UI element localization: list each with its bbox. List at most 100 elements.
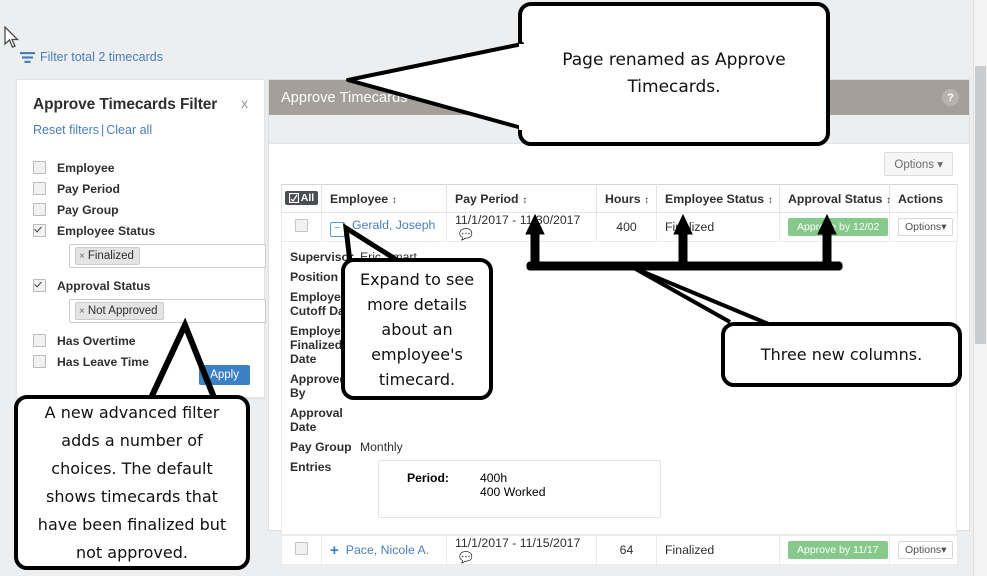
entries-period-label: Period:: [407, 471, 449, 485]
checkbox-approval-status[interactable]: [33, 279, 46, 292]
table-row[interactable]: − Gerald, Joseph 11/1/2017 - 11/30/2017💬 …: [281, 212, 958, 242]
comment-icon[interactable]: 💬: [459, 229, 473, 241]
column-header-hours[interactable]: Hours ↕: [596, 184, 657, 213]
select-all-header[interactable]: All: [281, 184, 322, 213]
cell-pay-period: 11/1/2017 - 11/15/2017 💬: [446, 535, 597, 565]
timecards-table-row2: + Pace, Nicole A. 11/1/2017 - 11/15/2017 💬…: [281, 535, 958, 565]
detail-value: Monthly: [360, 440, 403, 454]
detail-field-entries: Entries Period: 400h 400 Worked: [282, 460, 956, 518]
filter-option-employee[interactable]: Employee: [33, 157, 264, 178]
column-label: Hours: [605, 191, 641, 206]
filter-label: Has Overtime: [57, 333, 136, 348]
cell-hours[interactable]: 64: [596, 535, 657, 565]
checkbox-employee-status[interactable]: [33, 224, 46, 237]
checkbox-pay-period[interactable]: [33, 182, 46, 195]
select-all-label: All: [300, 192, 315, 204]
sort-icon[interactable]: ↕: [523, 195, 528, 206]
cell-actions[interactable]: Options▾: [889, 535, 958, 565]
entries-worked-line: 400 Worked: [407, 485, 660, 499]
apply-button[interactable]: Apply: [199, 365, 250, 385]
callout-three-new-columns: Three new columns.: [721, 322, 962, 387]
vertical-scrollbar[interactable]: [973, 0, 987, 576]
row-checkbox-cell[interactable]: [281, 535, 322, 565]
cell-pay-period: 11/1/2017 - 11/30/2017 💬: [446, 212, 597, 242]
filter-option-pay-period[interactable]: Pay Period: [33, 178, 264, 199]
mouse-cursor-icon: [4, 26, 20, 48]
row-checkbox[interactable]: [295, 542, 308, 555]
table-row[interactable]: + Pace, Nicole A. 11/1/2017 - 11/15/2017 💬…: [281, 535, 958, 565]
help-icon[interactable]: ?: [942, 89, 959, 106]
sort-icon[interactable]: ↕: [645, 195, 650, 206]
employee-status-tag-input[interactable]: × Finalized: [69, 244, 266, 268]
checkbox-edit-icon: [288, 193, 299, 203]
filter-option-employee-status[interactable]: Employee Status × Finalized: [33, 220, 266, 268]
column-label: Employee: [330, 191, 389, 206]
filter-links: Reset filters | Clear all: [17, 114, 264, 137]
column-label: Employee Status: [665, 191, 765, 206]
column-header-pay-period[interactable]: Pay Period ↕: [446, 184, 597, 213]
row-checkbox[interactable]: [295, 219, 308, 232]
cell-actions[interactable]: Options▾: [889, 212, 958, 242]
row-options-button[interactable]: Options▾: [898, 541, 954, 559]
timecards-table: All Employee ↕ Pay Period ↕ Hours ↕ Employe…: [281, 184, 958, 242]
approval-status-tag-input[interactable]: × Not Approved: [69, 299, 266, 323]
filter-options-list: Employee Pay Period Pay Group Employee S…: [17, 157, 266, 372]
close-icon[interactable]: x: [241, 95, 248, 111]
column-header-approval-status[interactable]: Approval Status ↕: [779, 184, 891, 213]
column-header-employee[interactable]: Employee ↕: [321, 184, 447, 213]
detail-field-pay-group: Pay Group Monthly: [282, 440, 956, 454]
tag-label: Finalized: [87, 250, 134, 262]
scrollbar-thumb[interactable]: [975, 66, 986, 344]
comment-icon[interactable]: 💬: [459, 552, 473, 564]
sort-icon[interactable]: ↕: [768, 195, 773, 206]
cell-employee[interactable]: − Gerald, Joseph: [321, 212, 447, 242]
detail-label: Pay Group: [290, 440, 352, 454]
cell-approval-status: Approve by 11/17: [779, 535, 890, 565]
cell-hours[interactable]: 400: [596, 212, 657, 242]
filter-option-pay-group[interactable]: Pay Group: [33, 199, 264, 220]
options-button-toolbar[interactable]: Options ▾: [884, 152, 953, 176]
tag-remove-icon[interactable]: ×: [79, 251, 85, 262]
callout-expand-details: Expand to see more details about an empl…: [341, 258, 493, 400]
filter-option-approval-status[interactable]: Approval Status × Not Approved: [33, 275, 266, 323]
column-label: Actions: [898, 191, 944, 206]
cell-employee-status: Finalized: [656, 212, 780, 242]
tag-finalized[interactable]: × Finalized: [75, 247, 140, 265]
status-badge: Approve by 12/02: [788, 218, 889, 236]
sort-icon[interactable]: ↕: [886, 195, 891, 206]
chevron-down-icon: ▾: [941, 221, 947, 233]
sort-icon[interactable]: ↕: [392, 195, 397, 206]
expand-row-icon[interactable]: +: [330, 542, 339, 559]
filter-total-link[interactable]: Filter total 2 timecards: [20, 50, 163, 64]
row-options-button[interactable]: Options▾: [898, 218, 954, 236]
row-checkbox-cell[interactable]: [281, 212, 322, 242]
entries-box: Period: 400h 400 Worked: [378, 460, 661, 518]
employee-name-link[interactable]: Gerald, Joseph: [352, 218, 435, 232]
entries-period-total: 400h: [480, 471, 508, 485]
filter-label: Employee: [57, 160, 115, 175]
filter-label: Has Leave Time: [57, 354, 149, 369]
checkbox-has-overtime[interactable]: [33, 334, 46, 347]
clear-all-link[interactable]: Clear all: [106, 123, 152, 137]
chevron-down-icon: ▾: [937, 159, 943, 171]
employee-name-link[interactable]: Pace, Nicole A.: [346, 543, 429, 557]
filter-option-has-overtime[interactable]: Has Overtime: [33, 330, 264, 351]
filter-panel-title: Approve Timecards Filter: [33, 96, 218, 113]
tag-remove-icon[interactable]: ×: [79, 306, 85, 317]
pay-period-value: 11/1/2017 - 11/15/2017: [455, 536, 581, 550]
tag-label: Not Approved: [87, 305, 158, 317]
table-header-row: All Employee ↕ Pay Period ↕ Hours ↕ Employe…: [281, 184, 958, 213]
checkbox-has-leave-time[interactable]: [33, 355, 46, 368]
tag-not-approved[interactable]: × Not Approved: [75, 302, 164, 320]
select-all-button[interactable]: All: [284, 191, 319, 205]
cell-employee[interactable]: + Pace, Nicole A.: [321, 535, 447, 565]
column-header-employee-status[interactable]: Employee Status ↕: [656, 184, 780, 213]
collapse-row-icon[interactable]: −: [330, 221, 345, 237]
hours-value: 64: [619, 543, 634, 557]
reset-filters-link[interactable]: Reset filters: [33, 123, 99, 137]
checkbox-pay-group[interactable]: [33, 203, 46, 216]
options-label: Options: [905, 544, 942, 556]
pay-period-value: 11/1/2017 - 11/30/2017: [455, 213, 581, 227]
callout-advanced-filter: A new advanced filter adds a number of c…: [14, 395, 250, 570]
checkbox-employee[interactable]: [33, 161, 46, 174]
